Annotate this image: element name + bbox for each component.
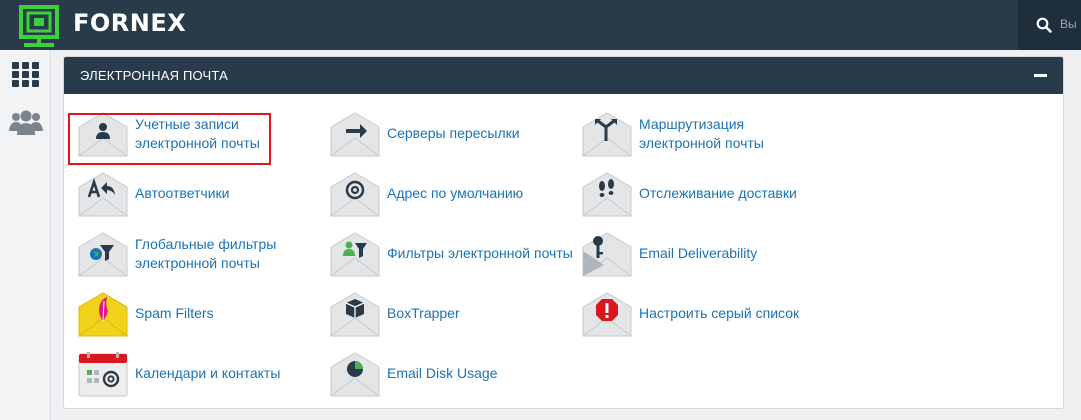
item-label: Автоответчики [135, 185, 230, 201]
item-forwarders[interactable]: Серверы пересылки [330, 111, 530, 157]
search-input[interactable]: Вы [1060, 17, 1081, 31]
grid-icon[interactable] [12, 62, 39, 87]
item-global-filters[interactable]: Глобальные фильтры электронной почты [78, 231, 298, 277]
left-rail [0, 50, 51, 420]
label-line: Маршрутизация электронной почты [639, 116, 764, 151]
item-label: Фильтры электронной почты [387, 245, 573, 261]
item-track-delivery[interactable]: Отслеживание доставки [582, 171, 822, 217]
fornex-logo-icon[interactable] [18, 4, 60, 48]
item-label: BoxTrapper [387, 305, 460, 321]
label-line: Глобальные фильтры электронной почты [135, 236, 277, 271]
item-email-deliverability[interactable]: Email Deliverability [582, 231, 802, 277]
item-label: Настроить серый список [639, 305, 800, 321]
deliverability-envelope-icon [582, 232, 632, 277]
item-label: Email Deliverability [639, 245, 758, 261]
item-label: Глобальные фильтры электронной почты [135, 235, 276, 273]
boxtrapper-envelope-icon [330, 292, 380, 337]
brand-name[interactable]: FORNEX [73, 9, 186, 37]
item-spam-filters[interactable]: Spam Filters [78, 291, 278, 337]
calendar-contacts-icon [78, 352, 128, 397]
item-label: Отслеживание доставки [639, 185, 797, 201]
global-filter-envelope-icon [78, 232, 128, 277]
item-default-address[interactable]: Адрес по умолчанию [330, 171, 530, 217]
disk-usage-envelope-icon [330, 352, 380, 397]
search-box[interactable]: Вы [1018, 0, 1081, 50]
top-bar: FORNEX Вы [0, 0, 1081, 50]
greylist-envelope-icon [582, 292, 632, 337]
routing-envelope-icon [582, 112, 632, 157]
item-label: Spam Filters [135, 305, 214, 321]
panel-header[interactable]: ЭЛЕКТРОННАЯ ПОЧТА [64, 57, 1063, 94]
users-icon[interactable] [9, 110, 43, 136]
item-email-disk-usage[interactable]: Email Disk Usage [330, 351, 530, 397]
collapse-icon[interactable] [1034, 74, 1047, 77]
item-routing[interactable]: Маршрутизация электронной почты [582, 111, 802, 157]
autoresponder-envelope-icon [78, 172, 128, 217]
selection-highlight [68, 113, 271, 165]
panel-title: ЭЛЕКТРОННАЯ ПОЧТА [80, 68, 228, 83]
item-label: Календари и контакты [135, 365, 281, 381]
track-delivery-envelope-icon [582, 172, 632, 217]
spam-filter-envelope-icon [78, 292, 128, 337]
item-email-filters[interactable]: Фильтры электронной почты [330, 231, 580, 277]
item-greylisting[interactable]: Настроить серый список [582, 291, 822, 337]
item-label: Адрес по умолчанию [387, 185, 524, 201]
item-calendars-contacts[interactable]: Календари и контакты [78, 351, 298, 397]
item-boxtrapper[interactable]: BoxTrapper [330, 291, 530, 337]
search-icon [1036, 17, 1052, 33]
default-address-envelope-icon [330, 172, 380, 217]
item-autoresponders[interactable]: Автоответчики [78, 171, 278, 217]
item-label: Email Disk Usage [387, 365, 498, 381]
item-label: Серверы пересылки [387, 125, 520, 141]
item-label: Маршрутизация электронной почты [639, 115, 764, 153]
user-filter-envelope-icon [330, 232, 380, 277]
forwarder-envelope-icon [330, 112, 380, 157]
